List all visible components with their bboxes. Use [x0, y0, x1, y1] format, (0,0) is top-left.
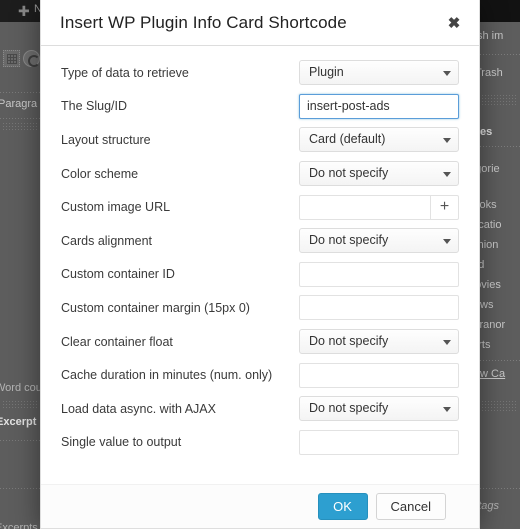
label-single-value: Single value to output	[61, 435, 182, 450]
label-data-type: Type of data to retrieve	[61, 65, 189, 80]
input-cache-duration[interactable]	[299, 362, 459, 388]
select-layout[interactable]: Card (default)	[299, 127, 459, 153]
divider	[0, 92, 40, 93]
input-slug[interactable]	[299, 93, 459, 119]
form-row-clear-float: Clear container float Do not specify	[61, 325, 459, 359]
form-row-layout: Layout structure Card (default)	[61, 123, 459, 157]
label-cards-alignment: Cards alignment	[61, 233, 153, 248]
control-cards-alignment: Do not specify	[299, 228, 459, 254]
control-data-type: Plugin	[299, 60, 459, 86]
dialog-footer: OK Cancel	[41, 484, 479, 528]
control-cache-duration	[299, 362, 459, 388]
form-row-container-id: Custom container ID	[61, 258, 459, 292]
editor-left-strip: Paragra Word cou Excerpt Excerpts	[0, 22, 42, 529]
texture	[2, 122, 38, 132]
control-clear-float: Do not specify	[299, 329, 459, 355]
input-container-id[interactable]	[299, 261, 459, 287]
label-container-id: Custom container ID	[61, 267, 175, 282]
select-data-type[interactable]: Plugin	[299, 60, 459, 86]
form-row-container-margin: Custom container margin (15px 0)	[61, 291, 459, 325]
divider	[0, 118, 40, 119]
form-row-data-type: Type of data to retrieve Plugin	[61, 56, 459, 90]
select-cards-alignment[interactable]: Do not specify	[299, 228, 459, 254]
label-clear-float: Clear container float	[61, 334, 173, 349]
close-icon[interactable]: ✖	[439, 8, 469, 38]
select-ajax[interactable]: Do not specify	[299, 396, 459, 422]
texture	[2, 400, 38, 409]
form-row-slug: The Slug/ID	[61, 90, 459, 124]
select-color-scheme[interactable]: Do not specify	[299, 161, 459, 187]
form-row-ajax: Load data async. with AJAX Do not specif…	[61, 392, 459, 426]
control-layout: Card (default)	[299, 127, 459, 153]
bg-text-word-count: Word cou	[0, 382, 42, 394]
label-ajax: Load data async. with AJAX	[61, 401, 216, 416]
control-slug	[299, 93, 459, 119]
control-single-value	[299, 429, 459, 455]
bg-text-excerpt: Excerpt	[0, 416, 37, 428]
label-image-url: Custom image URL	[61, 200, 171, 215]
label-container-margin: Custom container margin (15px 0)	[61, 300, 250, 315]
control-container-margin	[299, 295, 459, 321]
add-image-button[interactable]: +	[430, 194, 459, 220]
bg-text-excerpts: Excerpts	[0, 522, 38, 529]
form-row-cache-duration: Cache duration in minutes (num. only)	[61, 358, 459, 392]
dialog-body: Type of data to retrieve Plugin The Slug…	[41, 46, 479, 484]
ok-button[interactable]: OK	[317, 493, 368, 520]
editor-toolbar-row	[0, 48, 40, 72]
grid-icon	[3, 50, 20, 67]
refresh-icon	[23, 50, 40, 67]
form-row-color-scheme: Color scheme Do not specify	[61, 157, 459, 191]
label-color-scheme: Color scheme	[61, 166, 139, 181]
input-container-margin[interactable]	[299, 295, 459, 321]
dialog-title: Insert WP Plugin Info Card Shortcode	[60, 12, 347, 32]
insert-shortcode-dialog: Insert WP Plugin Info Card Shortcode ✖ T…	[40, 0, 480, 529]
control-container-id	[299, 261, 459, 287]
label-slug: The Slug/ID	[61, 99, 128, 114]
form-row-image-url: Custom image URL +	[61, 190, 459, 224]
form-row-single-value: Single value to output	[61, 426, 459, 460]
input-single-value[interactable]	[299, 429, 459, 455]
new-plus-icon: ✚	[18, 3, 30, 19]
input-image-url[interactable]	[299, 194, 430, 220]
screen-root: ✚ N Paragra Word cou Excerpt Excerpts	[0, 0, 520, 529]
divider	[0, 488, 40, 489]
control-ajax: Do not specify	[299, 396, 459, 422]
cancel-button[interactable]: Cancel	[375, 493, 446, 520]
label-cache-duration: Cache duration in minutes (num. only)	[61, 368, 273, 383]
control-color-scheme: Do not specify	[299, 161, 459, 187]
label-layout: Layout structure	[61, 132, 151, 147]
control-image-url: +	[299, 194, 459, 220]
dialog-header: Insert WP Plugin Info Card Shortcode ✖	[41, 0, 479, 46]
divider	[0, 440, 40, 441]
form-row-cards-alignment: Cards alignment Do not specify	[61, 224, 459, 258]
bg-text-paragraph: Paragra	[0, 98, 38, 110]
select-clear-float[interactable]: Do not specify	[299, 329, 459, 355]
